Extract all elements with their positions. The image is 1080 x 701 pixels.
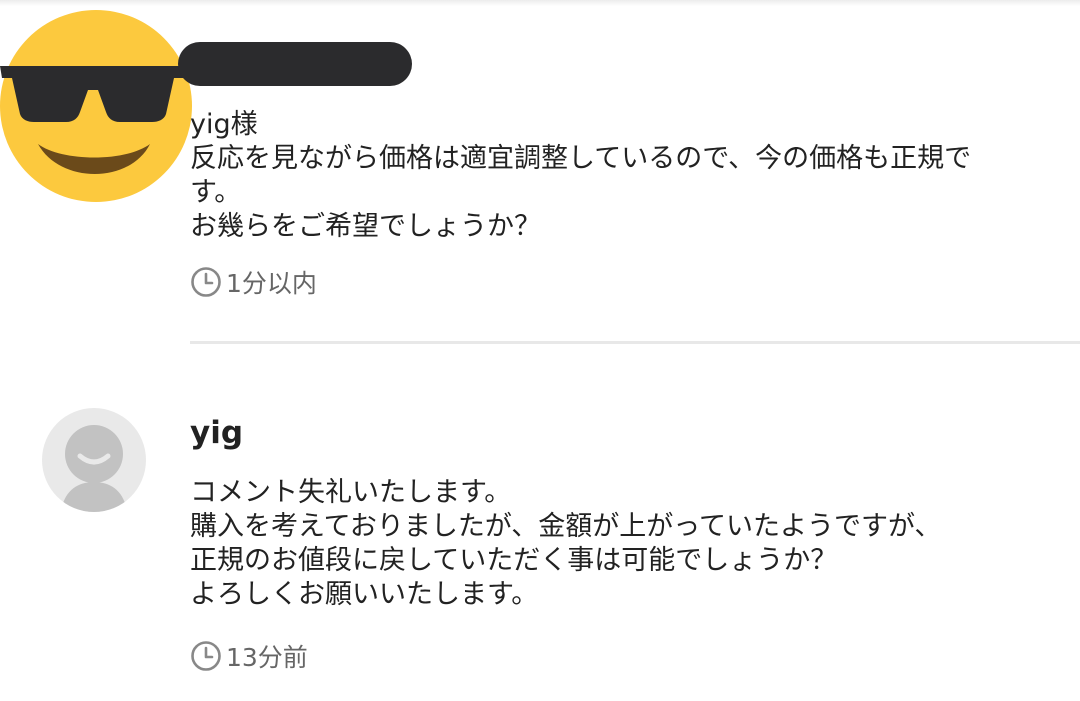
message-line: 反応を見ながら価格は適宜調整しているので、今の価格も正規で [190, 143, 972, 174]
comment-body: yig [190, 414, 1040, 452]
comment-thread: yig様 反応を見ながら価格は適宜調整しているので、今の価格も正規で す。 お幾… [0, 0, 1080, 701]
default-user-icon [42, 408, 146, 512]
sunglasses-emoji-avatar[interactable] [0, 8, 194, 204]
sunglasses-emoji-icon [0, 10, 192, 202]
message-line: 正規のお値段に戻していただく事は可能でしょうか？ [190, 545, 838, 576]
comment-body: yig様 反応を見ながら価格は適宜調整しているので、今の価格も正規で す。 お幾… [190, 108, 1040, 244]
comment-timestamp: 13分前 [190, 638, 308, 674]
timestamp-text: 1分以内 [226, 269, 317, 298]
comment-username[interactable]: yig [190, 414, 1040, 452]
message-line: す。 [190, 177, 242, 208]
clock-icon [191, 641, 221, 671]
comment-item: yig様 反応を見ながら価格は適宜調整しているので、今の価格も正規で す。 お幾… [0, 0, 1080, 340]
message-line: お幾らをご希望でしょうか？ [190, 211, 541, 242]
default-user-avatar[interactable] [42, 408, 146, 512]
timestamp-text: 13分前 [226, 643, 308, 672]
username-redacted [178, 42, 412, 86]
comment-message: コメント失礼いたします。 購入を考えておりましたが、金額が上がっていたようですが… [190, 476, 1040, 612]
comment-body: コメント失礼いたします。 購入を考えておりましたが、金額が上がっていたようですが… [190, 476, 1040, 612]
comment-message: yig様 反応を見ながら価格は適宜調整しているので、今の価格も正規で す。 お幾… [190, 108, 1040, 244]
comment-item: yig コメント失礼いたします。 購入を考えておりましたが、金額が上がっていたよ… [0, 344, 1080, 701]
message-line: yig様 [190, 109, 258, 140]
message-line: よろしくお願いいたします。 [190, 579, 539, 610]
message-line: コメント失礼いたします。 [190, 477, 512, 508]
comment-timestamp: 1分以内 [190, 264, 317, 300]
clock-icon [191, 267, 221, 297]
message-line: 購入を考えておりましたが、金額が上がっていたようですが、 [190, 511, 942, 542]
